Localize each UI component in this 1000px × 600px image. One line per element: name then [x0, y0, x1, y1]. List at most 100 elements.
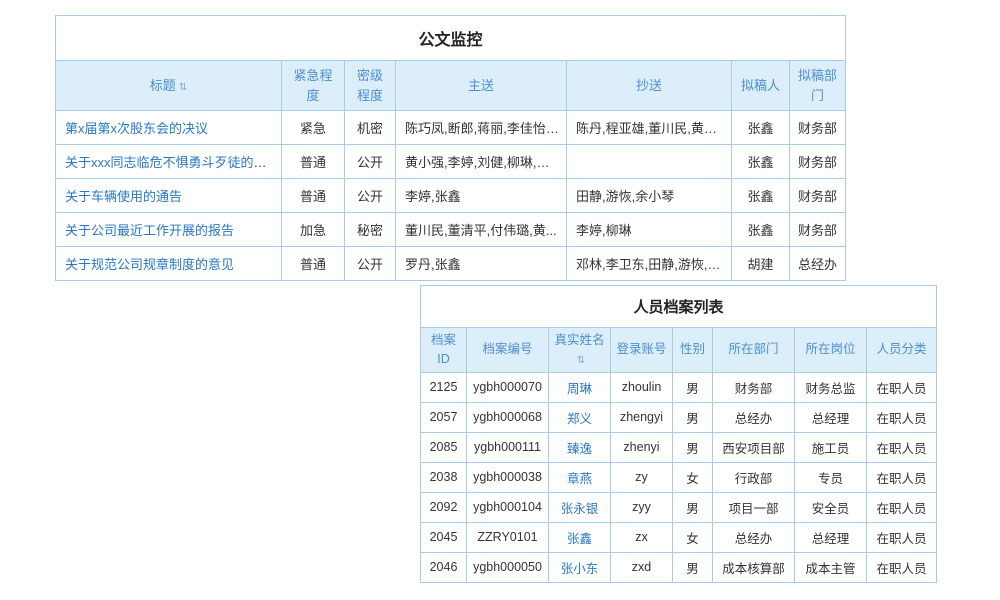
login-account-cell: zhengyi: [611, 402, 673, 432]
urgency-cell: 紧急: [282, 111, 345, 145]
urgency-cell: 普通: [282, 179, 345, 213]
table-row: 2038 ygbh000038 章燕 zy 女 行政部 专员 在职人员: [421, 462, 937, 492]
table-row: 2046 ygbh000050 张小东 zxd 男 成本核算部 成本主管 在职人…: [421, 552, 937, 582]
archive-id-cell: 2057: [421, 402, 467, 432]
doc-title-cell: 第x届第x次股东会的决议: [56, 111, 282, 145]
table-title-row: 公文监控: [56, 16, 846, 61]
secrecy-cell: 公开: [345, 179, 396, 213]
real-name-link[interactable]: 张鑫: [567, 532, 592, 546]
drafter-cell: 张鑫: [732, 213, 790, 247]
column-header-secrecy: 密级程度: [345, 61, 396, 111]
drafter-cell: 张鑫: [732, 145, 790, 179]
gender-cell: 男: [673, 552, 713, 582]
column-header-main-recipients: 主送: [396, 61, 567, 111]
login-account-cell: zhoulin: [611, 372, 673, 402]
table-row: 关于车辆使用的通告 普通 公开 李婷,张鑫 田静,游恢,余小琴 张鑫 财务部: [56, 179, 846, 213]
gender-cell: 男: [673, 492, 713, 522]
archive-no-cell: ZZRY0101: [467, 522, 549, 552]
main-recipients-cell: 罗丹,张鑫: [396, 247, 567, 281]
login-account-cell: zx: [611, 522, 673, 552]
doc-title-link[interactable]: 关于车辆使用的通告: [65, 189, 182, 204]
column-header-archive-no: 档案编号: [467, 328, 549, 373]
real-name-link[interactable]: 张小东: [561, 562, 599, 576]
table-row: 2092 ygbh000104 张永银 zyy 男 项目一部 安全员 在职人员: [421, 492, 937, 522]
cc-recipients-cell: 李婷,柳琳: [567, 213, 732, 247]
column-header-cc-recipients: 抄送: [567, 61, 732, 111]
archive-id-cell: 2125: [421, 372, 467, 402]
table-row: 关于公司最近工作开展的报告 加急 秘密 董川民,董清平,付伟璐,黄... 李婷,…: [56, 213, 846, 247]
doc-title-cell: 关于xxx同志临危不惧勇斗歹徒的通报: [56, 145, 282, 179]
position-cell: 专员: [795, 462, 867, 492]
position-cell: 成本主管: [795, 552, 867, 582]
main-recipients-cell: 李婷,张鑫: [396, 179, 567, 213]
category-cell: 在职人员: [867, 402, 937, 432]
cc-recipients-cell: 田静,游恢,余小琴: [567, 179, 732, 213]
personnel-archive-table: 人员档案列表 档案ID 档案编号 真实姓名⇅ 登录账号 性别 所在部门 所在岗位…: [420, 285, 937, 583]
urgency-cell: 加急: [282, 213, 345, 247]
secrecy-cell: 秘密: [345, 213, 396, 247]
gender-cell: 女: [673, 522, 713, 552]
archive-no-cell: ygbh000068: [467, 402, 549, 432]
column-header-title[interactable]: 标题⇅: [56, 61, 282, 111]
column-header-draft-dept: 拟稿部门: [790, 61, 846, 111]
table-row: 关于规范公司规章制度的意见 普通 公开 罗丹,张鑫 邓林,李卫东,田静,游恢,余…: [56, 247, 846, 281]
main-recipients-cell: 董川民,董清平,付伟璐,黄...: [396, 213, 567, 247]
urgency-cell: 普通: [282, 145, 345, 179]
archive-no-cell: ygbh000111: [467, 432, 549, 462]
category-cell: 在职人员: [867, 552, 937, 582]
urgency-cell: 普通: [282, 247, 345, 281]
drafter-cell: 张鑫: [732, 179, 790, 213]
category-cell: 在职人员: [867, 492, 937, 522]
gender-cell: 男: [673, 402, 713, 432]
archive-no-cell: ygbh000070: [467, 372, 549, 402]
archive-id-cell: 2092: [421, 492, 467, 522]
login-account-cell: zyy: [611, 492, 673, 522]
column-header-archive-id: 档案ID: [421, 328, 467, 373]
gender-cell: 女: [673, 462, 713, 492]
real-name-link[interactable]: 张永银: [561, 502, 599, 516]
doc-title-cell: 关于公司最近工作开展的报告: [56, 213, 282, 247]
real-name-cell: 张小东: [549, 552, 611, 582]
draft-dept-cell: 财务部: [790, 111, 846, 145]
archive-id-cell: 2038: [421, 462, 467, 492]
column-header-drafter: 拟稿人: [732, 61, 790, 111]
real-name-link[interactable]: 郑义: [567, 412, 592, 426]
department-cell: 项目一部: [713, 492, 795, 522]
doc-title-link[interactable]: 第x届第x次股东会的决议: [65, 121, 208, 136]
cc-recipients-cell: [567, 145, 732, 179]
doc-title-link[interactable]: 关于xxx同志临危不惧勇斗歹徒的通报: [65, 155, 280, 170]
personnel-table-title: 人员档案列表: [421, 286, 937, 328]
table-row: 2045 ZZRY0101 张鑫 zx 女 总经办 总经理 在职人员: [421, 522, 937, 552]
column-header-real-name[interactable]: 真实姓名⇅: [549, 328, 611, 373]
table-header-row: 档案ID 档案编号 真实姓名⇅ 登录账号 性别 所在部门 所在岗位 人员分类: [421, 328, 937, 373]
gender-cell: 男: [673, 372, 713, 402]
real-name-link[interactable]: 周琳: [567, 382, 592, 396]
position-cell: 财务总监: [795, 372, 867, 402]
column-header-urgency: 紧急程度: [282, 61, 345, 111]
archive-id-cell: 2046: [421, 552, 467, 582]
login-account-cell: zhenyi: [611, 432, 673, 462]
sort-icon[interactable]: ⇅: [577, 355, 585, 366]
column-header-department: 所在部门: [713, 328, 795, 373]
category-cell: 在职人员: [867, 522, 937, 552]
draft-dept-cell: 总经办: [790, 247, 846, 281]
table-row: 2125 ygbh000070 周琳 zhoulin 男 财务部 财务总监 在职…: [421, 372, 937, 402]
real-name-cell: 郑义: [549, 402, 611, 432]
department-cell: 财务部: [713, 372, 795, 402]
gender-cell: 男: [673, 432, 713, 462]
main-recipients-cell: 黄小强,李婷,刘健,柳琳,宋...: [396, 145, 567, 179]
position-cell: 总经理: [795, 402, 867, 432]
column-header-login-account: 登录账号: [611, 328, 673, 373]
document-monitor-table: 公文监控 标题⇅ 紧急程度 密级程度 主送 抄送 拟稿人 拟稿部门 第x届第x次…: [55, 15, 846, 281]
doc-title-link[interactable]: 关于规范公司规章制度的意见: [65, 257, 234, 272]
archive-no-cell: ygbh000038: [467, 462, 549, 492]
login-account-cell: zy: [611, 462, 673, 492]
document-monitor-panel: 公文监控 标题⇅ 紧急程度 密级程度 主送 抄送 拟稿人 拟稿部门 第x届第x次…: [55, 15, 846, 281]
doc-title-link[interactable]: 关于公司最近工作开展的报告: [65, 223, 234, 238]
real-name-link[interactable]: 章燕: [567, 472, 592, 486]
archive-id-cell: 2045: [421, 522, 467, 552]
sort-icon[interactable]: ⇅: [179, 82, 187, 93]
department-cell: 总经办: [713, 522, 795, 552]
archive-id-cell: 2085: [421, 432, 467, 462]
real-name-link[interactable]: 臻逸: [567, 442, 592, 456]
